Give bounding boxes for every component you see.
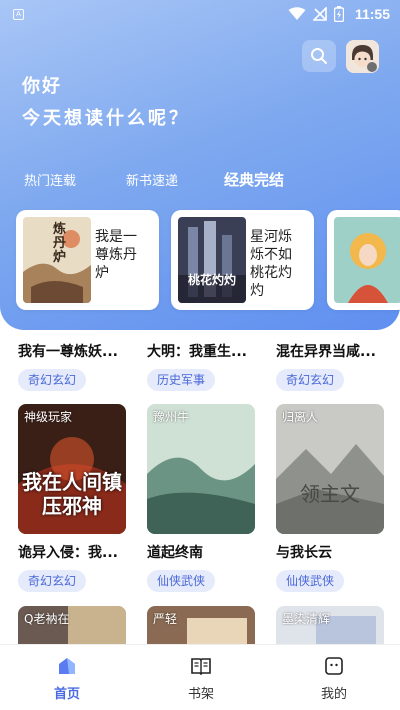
book-title[interactable]: 道起终南: [147, 542, 255, 562]
book-cover[interactable]: 豫州牛: [147, 404, 255, 534]
battery-icon: [333, 6, 344, 22]
book-title[interactable]: 大明：我重生...: [147, 341, 255, 361]
nav-bookshelf[interactable]: 书架: [161, 655, 241, 702]
book-cover: 炼丹炉: [23, 217, 91, 303]
book-title[interactable]: 我有一尊炼妖...: [18, 341, 126, 361]
user-avatar[interactable]: [346, 40, 379, 73]
cover-title: 我在人间镇压邪神: [22, 470, 122, 518]
nav-bookshelf-label: 书架: [187, 687, 214, 702]
genre-tag[interactable]: 仙侠武侠: [147, 570, 216, 592]
book-cover[interactable]: 严轻: [147, 606, 255, 644]
featured-carousel: 炼丹炉 我是一尊炼丹炉 桃花灼灼 星河烁烁不如桃花灼灼: [16, 210, 400, 312]
book-cover[interactable]: 墨染清辉: [276, 606, 384, 644]
book-title[interactable]: 混在异界当咸...: [276, 341, 384, 361]
tab-hot-serial[interactable]: 热门连载: [24, 170, 76, 189]
cover-author: 墨染清辉: [282, 612, 331, 626]
hero-header: 你好 今天想读什么呢？ 热门连载 新书速递 经典完结 炼丹炉 我是一尊炼丹炉 桃…: [0, 0, 400, 330]
no-signal-icon: [312, 7, 327, 21]
book-cover[interactable]: 神级玩家 我在人间镇压邪神: [18, 404, 126, 534]
featured-book-title: 我是一尊炼丹炉: [95, 229, 137, 281]
featured-book-title: 星河烁烁不如桃花灼灼: [250, 229, 292, 299]
genre-tag[interactable]: 奇幻玄幻: [18, 570, 87, 592]
search-icon: [311, 48, 327, 64]
cover-title: 炼丹炉: [53, 222, 67, 265]
status-clock: 11:55: [354, 6, 390, 22]
nav-home[interactable]: 首页: [27, 655, 107, 702]
book-cover[interactable]: Q老衲在: [18, 606, 126, 644]
book-cover[interactable]: 归离人 领主文: [276, 404, 384, 534]
cover-author: 严轻: [153, 612, 178, 626]
avatar-illustration-icon: [346, 40, 379, 73]
featured-book-card[interactable]: 炼丹炉 我是一尊炼丹炉: [16, 210, 159, 310]
genre-tag[interactable]: 历史军事: [147, 369, 216, 391]
status-bar: A 11:55: [0, 0, 400, 28]
nav-profile[interactable]: 我的: [294, 655, 374, 702]
book-title[interactable]: 诡异入侵：我...: [18, 542, 126, 562]
featured-book-card[interactable]: [327, 210, 400, 310]
search-button[interactable]: [302, 40, 336, 72]
category-tabs: 热门连载 新书速递 经典完结: [0, 170, 400, 190]
tab-classic-finished[interactable]: 经典完结: [224, 169, 284, 190]
book-cover: 桃花灼灼: [178, 217, 246, 303]
cover-author: Q老衲在: [24, 612, 70, 626]
profile-icon: [325, 657, 343, 675]
tab-new-books[interactable]: 新书速递: [126, 170, 178, 189]
cover-author: 归离人: [282, 410, 319, 424]
notification-app-icon: A: [13, 9, 24, 20]
nav-home-label: 首页: [53, 687, 80, 702]
book-title[interactable]: 与我长云: [276, 542, 384, 562]
system-icons: 11:55: [288, 4, 390, 24]
home-icon: [59, 658, 75, 674]
featured-book-card[interactable]: 桃花灼灼 星河烁烁不如桃花灼灼: [171, 210, 314, 310]
nav-profile-label: 我的: [320, 687, 347, 702]
cover-title: 桃花灼灼: [187, 273, 236, 287]
book-grid: 我有一尊炼妖... 大明：我重生... 混在异界当咸... 奇幻玄幻 历史军事 …: [0, 320, 400, 644]
bookshelf-icon: [191, 658, 211, 676]
cover-title: 领主文: [300, 482, 360, 506]
genre-tag[interactable]: 奇幻玄幻: [18, 369, 87, 391]
greeting-subtitle: 今天想读什么呢？: [22, 108, 190, 129]
greeting-text: 你好: [22, 76, 62, 97]
cover-author: 神级玩家: [24, 410, 73, 424]
book-cover: [334, 217, 400, 303]
cover-author: 豫州牛: [153, 410, 190, 424]
wifi-icon: [288, 7, 306, 20]
genre-tag[interactable]: 仙侠武侠: [276, 570, 345, 592]
bottom-navigation: 首页 书架 我的: [0, 644, 400, 710]
genre-tag[interactable]: 奇幻玄幻: [276, 369, 345, 391]
